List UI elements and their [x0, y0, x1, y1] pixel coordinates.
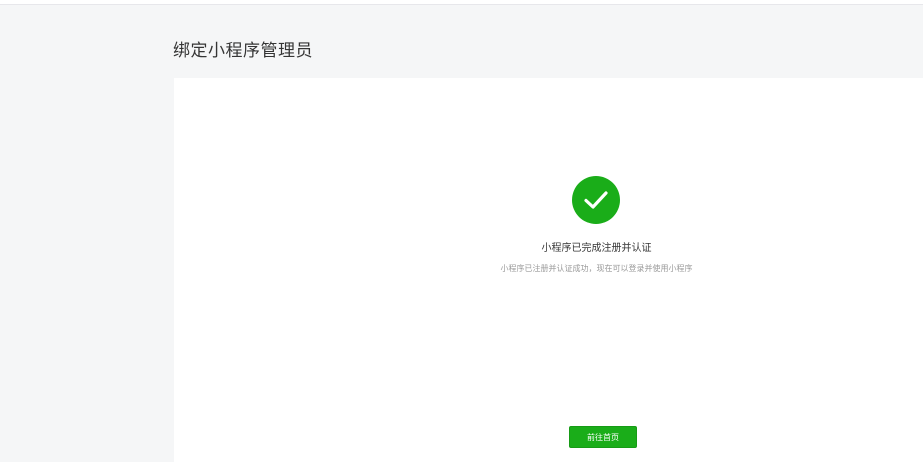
- go-home-button[interactable]: 前往首页: [569, 426, 637, 448]
- check-mark: [584, 191, 608, 209]
- result-title: 小程序已完成注册并认证: [541, 243, 652, 254]
- top-bar: [0, 0, 923, 5]
- page-title: 绑定小程序管理员: [173, 41, 313, 61]
- page: 绑定小程序管理员 小程序已完成注册并认证 小程序已注册并认证成功，现在可以登录并…: [0, 0, 923, 462]
- check-icon: [572, 176, 620, 224]
- result-description: 小程序已注册并认证成功，现在可以登录并使用小程序: [500, 264, 693, 273]
- result-panel: 小程序已完成注册并认证 小程序已注册并认证成功，现在可以登录并使用小程序 前往首…: [174, 78, 923, 462]
